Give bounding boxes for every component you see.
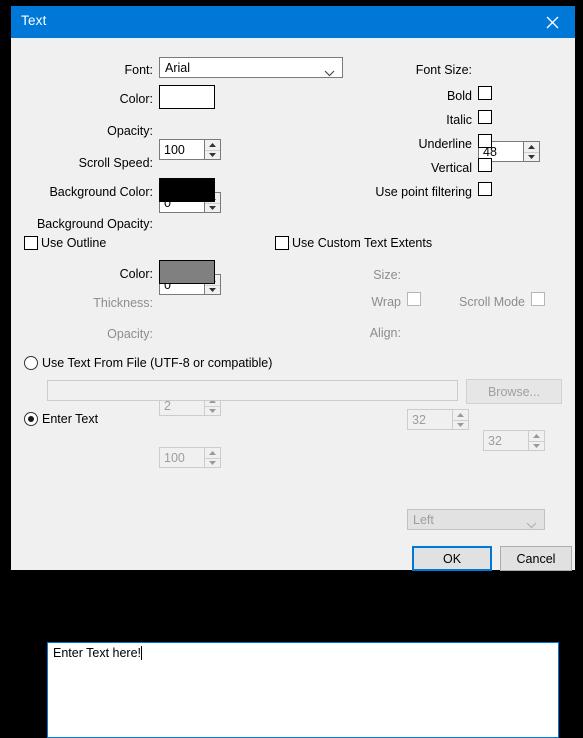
extents-height-spin-down[interactable] [529, 441, 544, 450]
underline-checkbox[interactable] [478, 134, 492, 148]
vertical-checkbox-box[interactable] [478, 158, 492, 172]
opacity-spin-buttons[interactable] [204, 139, 221, 160]
underline-label: Underline [418, 137, 472, 151]
extents-height-input[interactable]: 32 [483, 430, 528, 451]
text-color-swatch[interactable] [159, 85, 215, 109]
extents-height-spin-buttons[interactable] [528, 430, 545, 451]
chevron-down-icon [324, 64, 335, 82]
opacity-spin-up[interactable] [205, 140, 220, 150]
wrap-label: Wrap [371, 295, 401, 309]
font-size-spin-up[interactable] [524, 142, 539, 152]
use-point-filtering-checkbox-box[interactable] [478, 182, 492, 196]
use-outline-checkbox[interactable]: Use Outline [24, 236, 106, 250]
vertical-checkbox[interactable] [478, 158, 492, 172]
enter-text-radio[interactable]: Enter Text [24, 412, 98, 426]
text-input-value: Enter Text here! [53, 646, 142, 660]
outline-opacity-spin-buttons[interactable] [204, 447, 221, 468]
opacity-spin-down[interactable] [205, 150, 220, 159]
font-size-spin-buttons[interactable] [523, 141, 540, 162]
outline-opacity-spin-down[interactable] [205, 458, 220, 467]
outline-opacity-label: Opacity: [107, 327, 153, 341]
use-text-from-file-label: Use Text From File (UTF-8 or compatible) [42, 356, 273, 370]
outline-color-swatch[interactable] [159, 260, 215, 284]
extents-height-stepper[interactable]: 32 [483, 430, 545, 451]
font-size-label: Font Size: [415, 63, 472, 77]
vertical-label: Vertical [431, 161, 472, 175]
text-properties-dialog: Text Font: Arial Color: Opacity: 100 Scr… [11, 6, 575, 738]
bold-checkbox-box[interactable] [478, 86, 492, 100]
text-color-label: Color: [119, 92, 153, 106]
close-icon[interactable] [529, 6, 575, 38]
outline-opacity-spin-up[interactable] [205, 448, 220, 458]
extents-width-spin-up[interactable] [453, 410, 468, 420]
outline-thickness-label: Thickness: [93, 296, 153, 310]
use-outline-checkbox-box[interactable] [24, 236, 38, 250]
align-label: Align: [369, 326, 401, 340]
scroll-mode-checkbox[interactable] [531, 292, 545, 306]
enter-text-radio-dot[interactable] [24, 412, 38, 426]
scroll-speed-label: Scroll Speed: [78, 156, 153, 170]
extents-width-spin-buttons[interactable] [452, 409, 469, 430]
scroll-mode-checkbox-box[interactable] [531, 292, 545, 306]
text-input-area[interactable]: Enter Text here! [47, 642, 559, 738]
use-outline-label: Use Outline [41, 236, 107, 250]
chevron-down-icon [526, 516, 537, 534]
opacity-label: Opacity: [107, 124, 153, 138]
extents-width-input[interactable]: 32 [407, 409, 452, 430]
underline-checkbox-box[interactable] [478, 134, 492, 148]
background-opacity-spin-down[interactable] [205, 285, 220, 294]
align-select[interactable]: Left [407, 509, 545, 530]
align-select-value: Left [413, 513, 434, 527]
text-caret [141, 646, 143, 660]
background-opacity-label: Background Opacity: [36, 217, 153, 231]
bold-checkbox[interactable] [478, 86, 492, 100]
use-text-from-file-radio-dot[interactable] [24, 356, 38, 370]
file-path-input[interactable] [47, 380, 458, 401]
use-point-filtering-checkbox[interactable] [478, 182, 492, 196]
font-size-spin-down[interactable] [524, 152, 539, 161]
extents-width-spin-down[interactable] [453, 420, 468, 429]
browse-button[interactable]: Browse... [466, 379, 562, 404]
outline-opacity-stepper[interactable]: 100 [159, 447, 221, 468]
font-select[interactable]: Arial [159, 57, 343, 78]
title-bar: Text [11, 6, 575, 38]
italic-checkbox[interactable] [478, 110, 492, 124]
wrap-checkbox-box[interactable] [407, 292, 421, 306]
extents-size-label: Size: [373, 268, 401, 282]
use-custom-text-extents-checkbox[interactable]: Use Custom Text Extents [275, 236, 432, 250]
window-title: Text [21, 13, 47, 28]
scroll-speed-spin-down[interactable] [205, 203, 220, 212]
opacity-input[interactable]: 100 [159, 139, 204, 160]
bold-label: Bold [446, 89, 472, 103]
italic-checkbox-box[interactable] [478, 110, 492, 124]
ok-button[interactable]: OK [412, 546, 492, 571]
use-custom-text-extents-checkbox-box[interactable] [275, 236, 289, 250]
cancel-button[interactable]: Cancel [500, 546, 572, 571]
use-point-filtering-label: Use point filtering [375, 185, 472, 199]
opacity-stepper[interactable]: 100 [159, 139, 221, 160]
extents-height-spin-up[interactable] [529, 431, 544, 441]
use-custom-text-extents-label: Use Custom Text Extents [292, 236, 433, 250]
use-text-from-file-radio[interactable]: Use Text From File (UTF-8 or compatible) [24, 356, 272, 370]
background-color-swatch[interactable] [159, 178, 215, 202]
font-select-value: Arial [165, 61, 191, 75]
wrap-checkbox[interactable] [407, 292, 421, 306]
italic-label: Italic [446, 113, 472, 127]
background-color-label: Background Color: [49, 185, 153, 199]
scroll-mode-label: Scroll Mode [459, 295, 525, 309]
enter-text-label: Enter Text [42, 412, 99, 426]
outline-opacity-input[interactable]: 100 [159, 447, 204, 468]
extents-width-stepper[interactable]: 32 [407, 409, 469, 430]
font-label: Font: [124, 63, 154, 77]
dialog-body: Font: Arial Color: Opacity: 100 Scroll S… [11, 38, 575, 738]
outline-color-label: Color: [119, 267, 153, 281]
outline-thickness-spin-down[interactable] [205, 406, 220, 415]
